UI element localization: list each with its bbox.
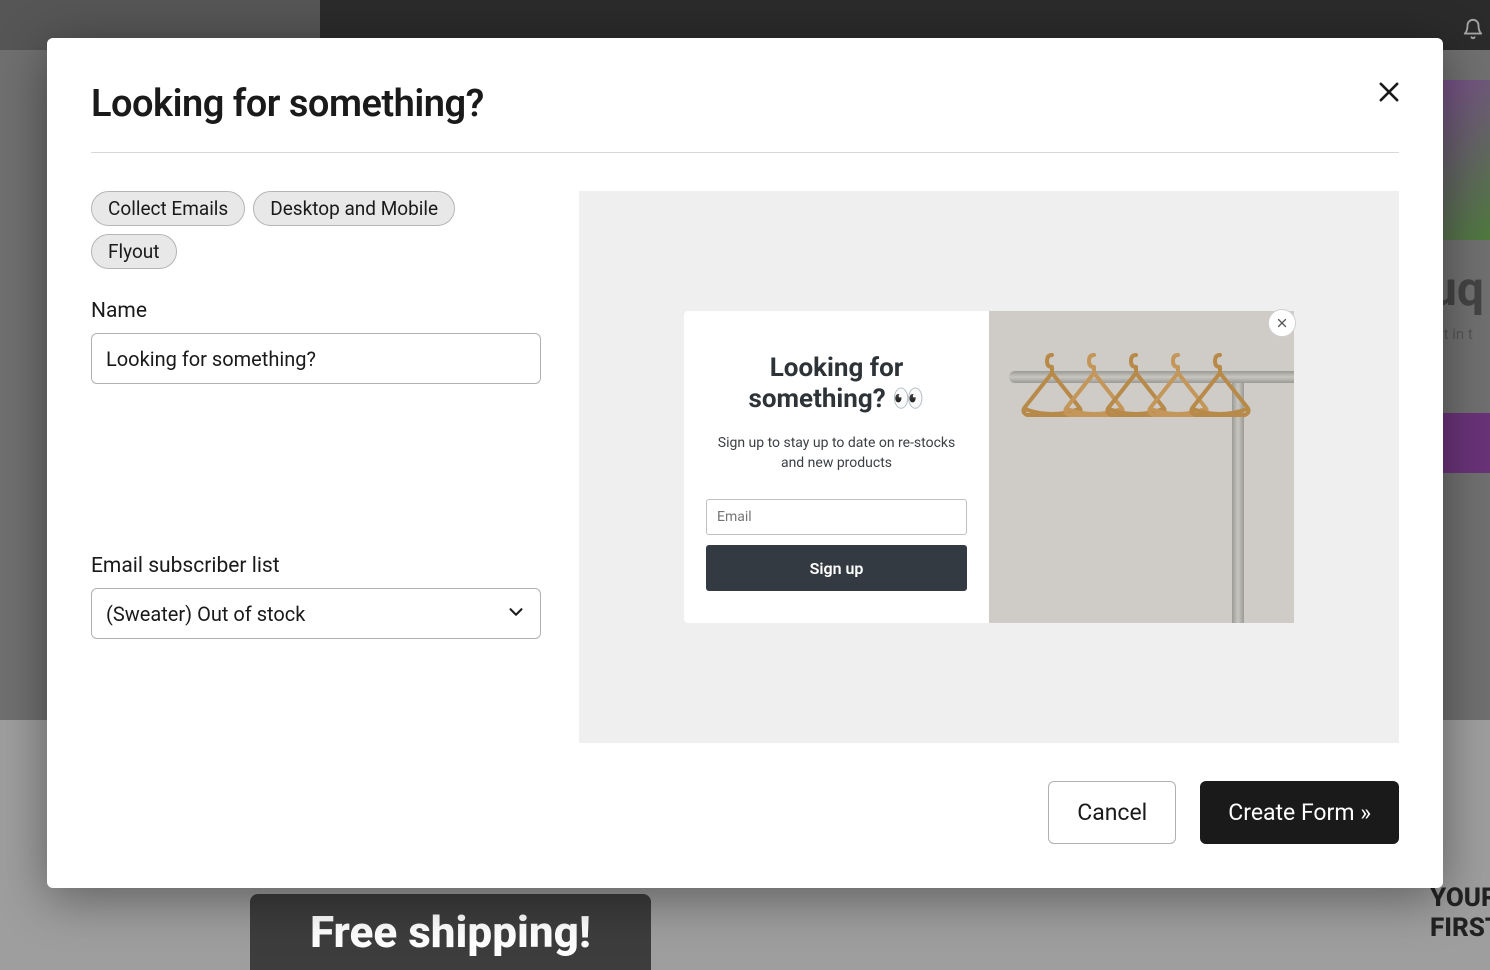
- tag-flyout: Flyout: [91, 234, 177, 269]
- list-label: Email subscriber list: [91, 554, 541, 578]
- create-form-modal: Looking for something? Collect Emails De…: [47, 38, 1443, 888]
- preview-signup-button[interactable]: Sign up: [706, 545, 967, 591]
- preview-close-icon[interactable]: [1268, 309, 1296, 337]
- form-left-column: Collect Emails Desktop and Mobile Flyout…: [91, 191, 541, 743]
- tag-group: Collect Emails Desktop and Mobile Flyout: [91, 191, 541, 269]
- preview-email-input[interactable]: [706, 499, 967, 535]
- preview-flyout: Looking for something? 👀 Sign up to stay…: [684, 311, 1294, 624]
- tag-desktop-mobile: Desktop and Mobile: [253, 191, 455, 226]
- cancel-button[interactable]: Cancel: [1048, 781, 1176, 844]
- modal-divider: [91, 152, 1399, 153]
- close-icon[interactable]: [1375, 78, 1403, 110]
- modal-title: Looking for something?: [91, 82, 1399, 126]
- preview-title: Looking for something? 👀: [706, 353, 967, 415]
- modal-overlay: Looking for something? Collect Emails De…: [0, 0, 1490, 930]
- subscriber-list-value: (Sweater) Out of stock: [106, 602, 305, 626]
- preview-subtitle: Sign up to stay up to date on re-stocks …: [706, 433, 967, 474]
- preview-panel: Looking for something? 👀 Sign up to stay…: [579, 191, 1399, 743]
- name-label: Name: [91, 299, 541, 323]
- tag-collect-emails: Collect Emails: [91, 191, 245, 226]
- create-form-button[interactable]: Create Form »: [1200, 781, 1399, 844]
- name-input[interactable]: [91, 333, 541, 384]
- preview-image: [989, 311, 1294, 624]
- modal-footer: Cancel Create Form »: [91, 781, 1399, 844]
- subscriber-list-select[interactable]: (Sweater) Out of stock: [91, 588, 541, 639]
